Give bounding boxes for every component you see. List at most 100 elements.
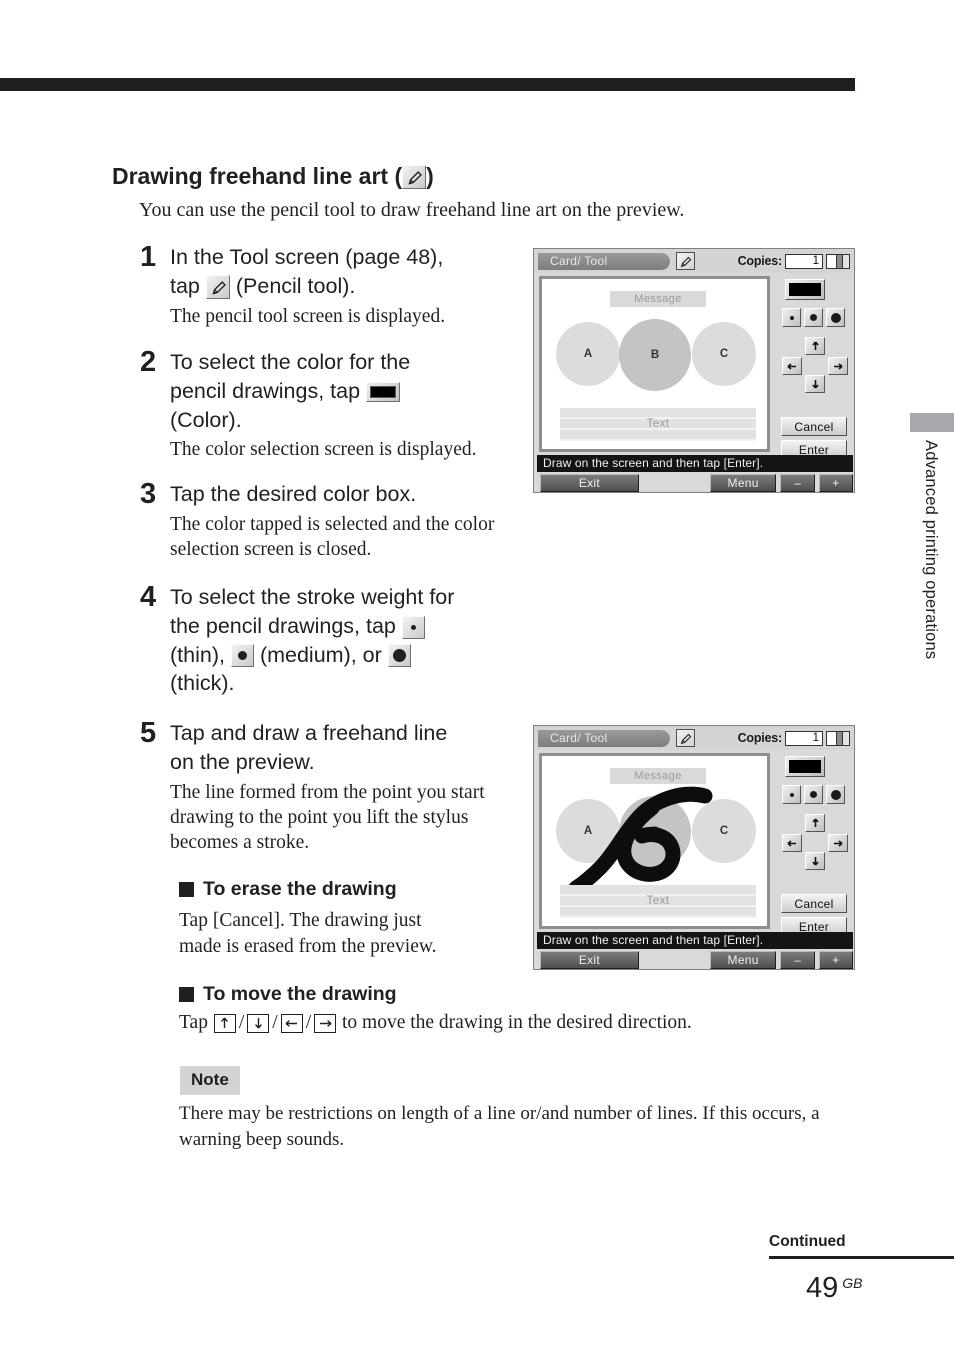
status-bar: Draw on the screen and then tap [Enter]. xyxy=(537,932,853,949)
step-2: 2 To select the color for the pencil dra… xyxy=(140,348,540,463)
device-screenshot-step1: Card/ Tool Copies: 1 Message A B C Text xyxy=(533,248,855,493)
device-screenshot-step5: Card/ Tool Copies: 1 Message A B C Text xyxy=(533,725,855,970)
step-4-line-2: the pencil drawings, tap xyxy=(170,613,396,638)
pencil-tool-icon xyxy=(205,275,230,300)
menu-button[interactable]: Menu xyxy=(709,951,777,969)
copies-label: Copies: xyxy=(737,731,783,745)
erase-section-body: Tap [Cancel]. The drawing just made is er… xyxy=(179,910,437,958)
note-label: Note xyxy=(180,1066,240,1095)
battery-icon xyxy=(826,730,850,746)
step-4-line-1: To select the stroke weight for xyxy=(170,585,455,609)
preview-canvas[interactable]: Message A B C Text xyxy=(539,276,770,452)
stroke-weight-group xyxy=(782,308,851,327)
device-header: Card/ Tool Copies: 1 xyxy=(534,249,854,273)
side-tab-marker xyxy=(910,413,954,432)
page-title: Drawing freehand line art ( ) xyxy=(112,163,434,190)
copies-value-field[interactable]: 1 xyxy=(785,253,823,269)
preview-canvas[interactable]: Message A B C Text xyxy=(539,753,770,929)
copies-group: Copies: 1 xyxy=(737,253,854,269)
stroke-thin-button[interactable] xyxy=(782,308,801,327)
arrow-up-icon xyxy=(213,1013,236,1033)
stroke-medium-button[interactable] xyxy=(804,785,823,804)
color-swatch-button[interactable] xyxy=(785,279,825,300)
footer-rule-left xyxy=(769,1256,855,1259)
arrow-right-button[interactable] xyxy=(828,834,848,852)
stroke-thin-icon xyxy=(401,615,425,639)
step-1-line-2: tap xyxy=(170,273,200,298)
page-number-value: 49 xyxy=(806,1272,839,1304)
step-1-description: The pencil tool screen is displayed. xyxy=(170,305,446,327)
copies-label: Copies: xyxy=(737,254,783,268)
page-top-rule xyxy=(0,78,855,91)
bullet-square-icon xyxy=(179,882,194,897)
exit-button[interactable]: Exit xyxy=(540,951,639,969)
arrow-left-button[interactable] xyxy=(782,834,802,852)
cancel-button[interactable]: Cancel xyxy=(781,417,847,436)
step-4-line-3: (thin), xyxy=(170,642,225,667)
step-3-title: Tap the desired color box. xyxy=(170,482,417,506)
step-1-line-3: (Pencil tool). xyxy=(235,273,356,298)
stroke-medium-icon xyxy=(230,644,254,668)
preview-circle-b: B xyxy=(619,319,691,391)
pencil-tool-icon xyxy=(402,164,427,189)
step-4-title: To select the stroke weight for the penc… xyxy=(170,583,540,698)
plus-button[interactable]: + xyxy=(818,951,853,969)
step-4-line-4: (medium), or xyxy=(259,642,382,667)
step-2-line-2: pencil drawings, tap xyxy=(170,378,361,403)
step-2-title: To select the color for the pencil drawi… xyxy=(170,348,540,434)
arrow-up-button[interactable] xyxy=(805,337,825,355)
minus-button[interactable]: – xyxy=(780,951,815,969)
color-swatch-button[interactable] xyxy=(785,756,825,777)
color-swatch-icon xyxy=(366,382,401,403)
step-2-line-1: To select the color for the xyxy=(170,350,411,374)
note-body: There may be restrictions on length of a… xyxy=(179,1103,820,1150)
step-5-line-1: Tap and draw a freehand line xyxy=(170,721,448,745)
stroke-thick-button[interactable] xyxy=(826,785,845,804)
status-bar: Draw on the screen and then tap [Enter]. xyxy=(537,455,853,472)
stroke-thick-icon xyxy=(387,644,411,668)
menu-button[interactable]: Menu xyxy=(709,474,777,492)
arrow-left-icon xyxy=(280,1013,303,1033)
step-5: 5 Tap and draw a freehand line on the pr… xyxy=(140,719,540,856)
step-4-line-5: (thick). xyxy=(170,671,235,696)
arrow-down-button[interactable] xyxy=(805,375,825,393)
step-3-number: 3 xyxy=(140,478,157,510)
minus-button[interactable]: – xyxy=(780,474,815,492)
step-5-description: The line formed from the point you start… xyxy=(170,781,485,854)
device-control-panel: Cancel Enter xyxy=(777,276,851,459)
step-2-number: 2 xyxy=(140,346,157,378)
cancel-button[interactable]: Cancel xyxy=(781,894,847,913)
message-placeholder: Message xyxy=(610,291,706,307)
exit-button[interactable]: Exit xyxy=(540,474,639,492)
step-3: 3 Tap the desired color box. The color t… xyxy=(140,478,540,562)
step-5-line-2: on the preview. xyxy=(170,749,315,774)
intro-paragraph: You can use the pencil tool to draw free… xyxy=(139,199,685,221)
step-2-description: The color selection screen is displayed. xyxy=(170,439,477,461)
card-tool-tab[interactable]: Card/ Tool xyxy=(538,252,670,270)
step-4: 4 To select the stroke weight for the pe… xyxy=(140,581,540,698)
step-1-line-1: In the Tool screen (page 48), xyxy=(170,245,444,269)
pencil-tool-icon[interactable] xyxy=(676,252,695,270)
page-number-suffix: GB xyxy=(842,1275,863,1291)
stroke-medium-button[interactable] xyxy=(804,308,823,327)
arrow-up-button[interactable] xyxy=(805,814,825,832)
copies-value-field[interactable]: 1 xyxy=(785,730,823,746)
arrow-right-button[interactable] xyxy=(828,357,848,375)
stroke-weight-group xyxy=(782,785,851,804)
stroke-thin-button[interactable] xyxy=(782,785,801,804)
step-1-number: 1 xyxy=(140,241,157,273)
stroke-thick-button[interactable] xyxy=(826,308,845,327)
device-button-row: Exit Menu – + xyxy=(537,474,853,492)
arrow-down-button[interactable] xyxy=(805,852,825,870)
arrow-left-button[interactable] xyxy=(782,357,802,375)
step-2-line-3: (Color). xyxy=(170,407,242,432)
step-4-number: 4 xyxy=(140,581,157,613)
card-tool-tab[interactable]: Card/ Tool xyxy=(538,729,670,747)
move-prefix-text: Tap xyxy=(179,1012,208,1033)
move-section-body: Tap / / / to move the drawing in the des… xyxy=(179,1012,692,1033)
page-title-close: ) xyxy=(426,163,434,189)
plus-button[interactable]: + xyxy=(818,474,853,492)
pencil-tool-icon[interactable] xyxy=(676,729,695,747)
step-5-title: Tap and draw a freehand line on the prev… xyxy=(170,719,540,777)
side-tab-label: Advanced printing operations xyxy=(922,440,940,660)
